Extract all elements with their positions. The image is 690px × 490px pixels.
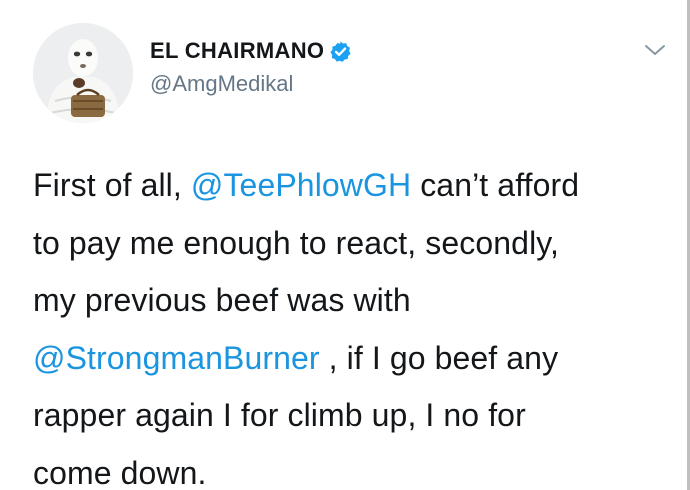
tweet-line: my previous beef was with xyxy=(33,272,673,330)
tweet-line: @StrongmanBurner , if I go beef any xyxy=(33,330,673,388)
tweet-line: to pay me enough to react, secondly, xyxy=(33,215,673,273)
author-name-row[interactable]: EL CHAIRMANO xyxy=(150,36,352,66)
avatar-image xyxy=(33,23,133,123)
tweet-line: come down. xyxy=(33,445,673,490)
tweet-line: rapper again I for climb up, I no for xyxy=(33,387,673,445)
avatar[interactable] xyxy=(33,23,133,123)
author-handle[interactable]: @AmgMedikal xyxy=(150,71,293,97)
display-name[interactable]: EL CHAIRMANO xyxy=(150,38,324,64)
verified-badge-icon xyxy=(330,40,351,62)
mention-link-strongmanburner[interactable]: @StrongmanBurner xyxy=(33,340,320,376)
mention-link-teephlowgh[interactable]: @TeePhlowGH xyxy=(191,167,411,203)
text-segment: can’t afford xyxy=(411,167,580,203)
text-segment: , if I go beef any xyxy=(319,339,559,376)
tweet-line: First of all, @TeePhlowGH can’t afford xyxy=(33,157,673,215)
text-segment: my previous beef was with xyxy=(33,282,411,318)
chevron-down-icon[interactable] xyxy=(643,40,667,60)
tweet-card: EL CHAIRMANO @AmgMedikal First of all, @… xyxy=(0,0,690,490)
tweet-text: First of all, @TeePhlowGH can’t afford t… xyxy=(33,157,673,490)
text-segment: First of all, xyxy=(33,167,191,203)
text-segment: to pay me enough to react, secondly, xyxy=(33,224,559,261)
text-segment: come down. xyxy=(33,454,207,490)
text-segment: rapper again I for climb up, I no for xyxy=(33,397,526,433)
